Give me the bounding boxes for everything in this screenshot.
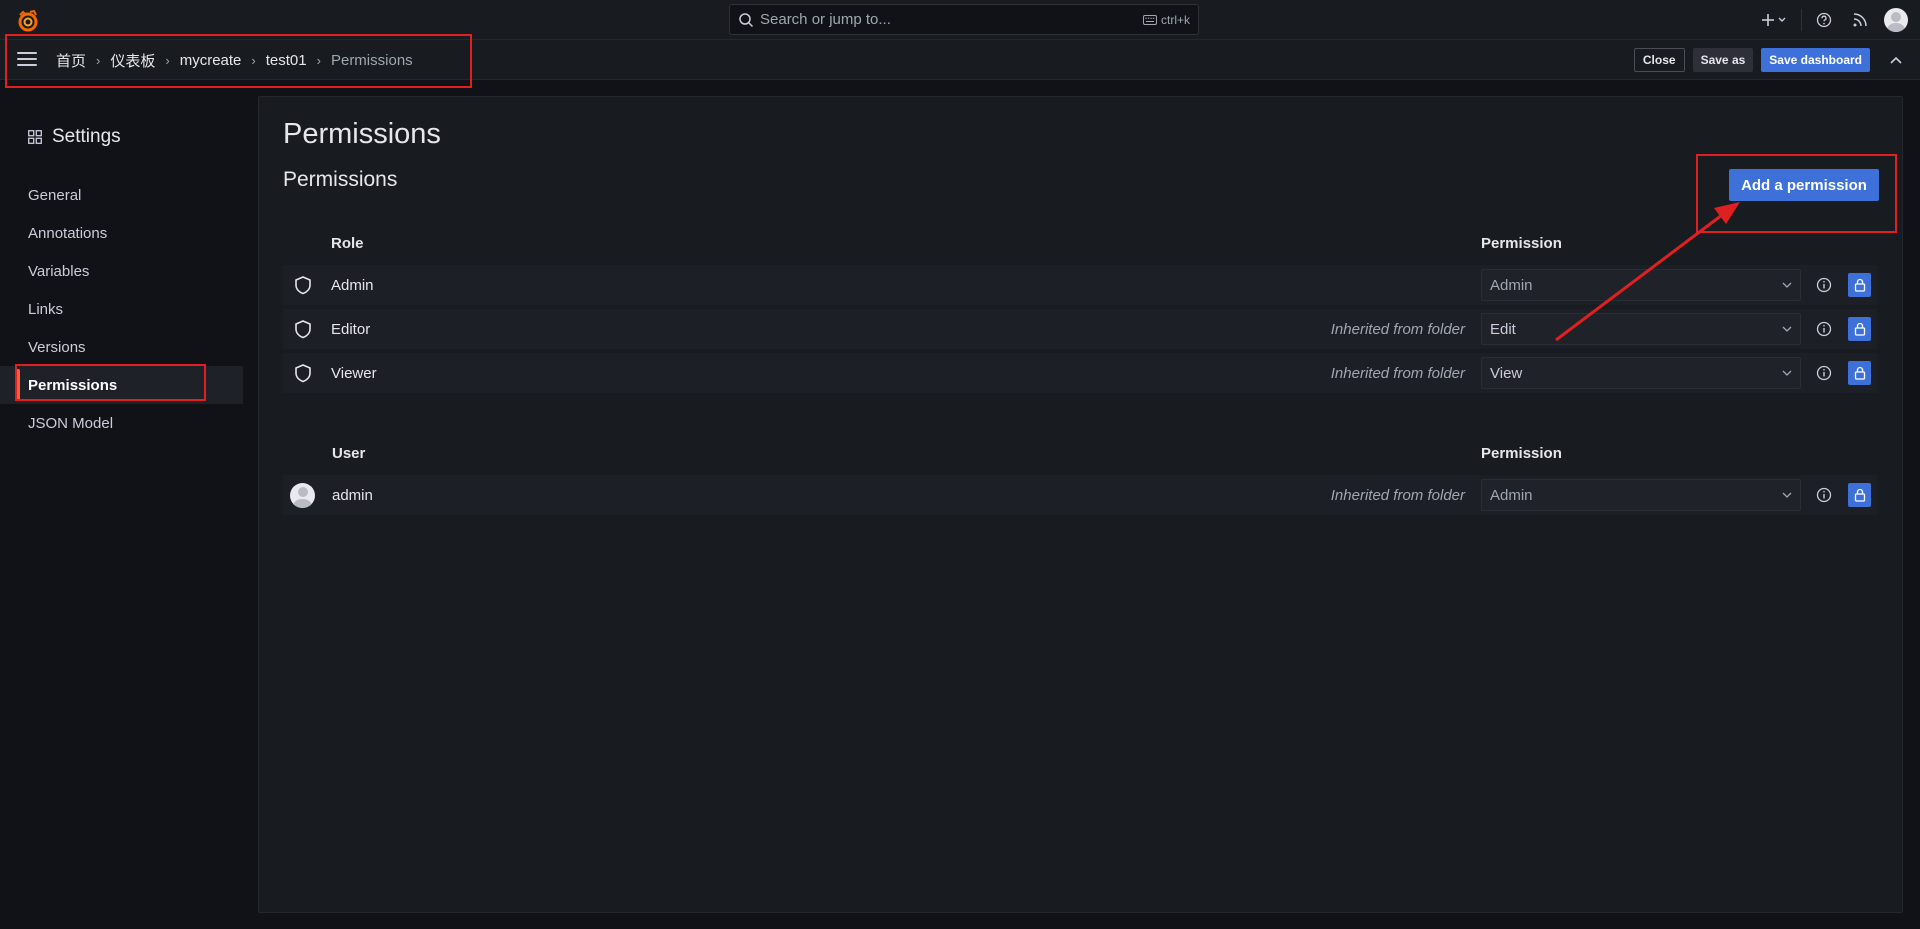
settings-nav: General Annotations Variables Links Vers… (0, 176, 243, 442)
save-as-button[interactable]: Save as (1692, 48, 1754, 72)
settings-title: Settings (52, 126, 121, 147)
section-title: Permissions (283, 168, 398, 191)
search-placeholder: Search or jump to... (760, 11, 891, 28)
lock-button[interactable] (1848, 361, 1871, 385)
permission-select[interactable]: Edit (1481, 313, 1801, 345)
breadcrumb-folder[interactable]: mycreate (180, 52, 242, 69)
chevron-right-icon: › (316, 52, 321, 68)
chevron-right-icon: › (165, 52, 170, 68)
collapse-toolbar-button[interactable] (1884, 48, 1908, 72)
column-header-permission: Permission (1481, 235, 1562, 252)
inherited-label: Inherited from folder (1330, 320, 1465, 338)
nav-item-links[interactable]: Links (0, 290, 243, 328)
dashboard-toolbar: 首页 › 仪表板 › mycreate › test01 › Permissio… (0, 40, 1920, 80)
breadcrumb: 首页 › 仪表板 › mycreate › test01 › Permissio… (56, 40, 413, 80)
nav-item-annotations[interactable]: Annotations (0, 214, 243, 252)
table-row: admin Inherited from folder Admin (283, 475, 1877, 515)
nav-item-json-model[interactable]: JSON Model (0, 404, 243, 442)
info-icon[interactable] (1815, 320, 1833, 338)
column-header-user: User (332, 445, 366, 462)
divider (1801, 9, 1802, 31)
nav-item-variables[interactable]: Variables (0, 252, 243, 290)
permission-value: View (1490, 364, 1523, 382)
inherited-label: Inherited from folder (1330, 364, 1465, 382)
nav-item-general[interactable]: General (0, 176, 243, 214)
lock-icon (1854, 278, 1865, 292)
search-shortcut: ctrl+k (1142, 12, 1190, 27)
lock-button[interactable] (1848, 483, 1871, 507)
breadcrumb-home[interactable]: 首页 (56, 50, 86, 71)
chevron-down-icon (1782, 492, 1792, 498)
info-icon[interactable] (1815, 486, 1833, 504)
user-avatar[interactable] (1884, 8, 1908, 32)
grafana-logo-icon[interactable] (16, 9, 40, 33)
role-name: Admin (331, 276, 374, 294)
permission-select[interactable]: View (1481, 357, 1801, 389)
settings-heading: Settings (28, 126, 121, 148)
rss-icon (1853, 13, 1867, 27)
chevron-right-icon: › (251, 52, 256, 68)
permission-select[interactable]: Admin (1481, 269, 1801, 301)
search-input[interactable]: Search or jump to... ctrl+k (729, 4, 1199, 35)
permission-value: Admin (1490, 276, 1533, 294)
plus-chevron-icon (1762, 14, 1786, 26)
lock-button[interactable] (1848, 273, 1871, 297)
permission-value: Edit (1490, 320, 1516, 338)
role-name: Editor (331, 320, 371, 338)
lock-button[interactable] (1848, 317, 1871, 341)
nav-item-permissions[interactable]: Permissions (0, 366, 243, 404)
close-button[interactable]: Close (1633, 48, 1685, 72)
save-dashboard-button[interactable]: Save dashboard (1761, 48, 1870, 72)
search-shortcut-label: ctrl+k (1160, 12, 1190, 27)
help-button[interactable] (1806, 0, 1842, 40)
permission-select[interactable]: Admin (1481, 479, 1801, 511)
column-header-permission: Permission (1481, 445, 1562, 462)
column-header-role: Role (331, 235, 364, 252)
chevron-down-icon (1782, 326, 1792, 332)
chevron-down-icon (1782, 370, 1792, 376)
menu-toggle-icon[interactable] (17, 52, 37, 68)
inherited-label: Inherited from folder (1330, 486, 1465, 504)
chevron-up-icon (1890, 56, 1902, 64)
table-row: Editor Inherited from folder Edit (283, 309, 1877, 349)
chevron-right-icon: › (96, 52, 101, 68)
user-name: admin (332, 486, 373, 504)
table-row: Admin Admin (283, 265, 1877, 305)
add-permission-button[interactable]: Add a permission (1729, 169, 1879, 201)
news-button[interactable] (1842, 0, 1878, 40)
keyboard-icon (1142, 14, 1157, 25)
table-row: Viewer Inherited from folder View (283, 353, 1877, 393)
lock-icon (1854, 488, 1865, 502)
role-name: Viewer (331, 364, 377, 382)
nav-item-versions[interactable]: Versions (0, 328, 243, 366)
lock-icon (1854, 322, 1865, 336)
shield-icon (295, 320, 311, 339)
lock-icon (1854, 366, 1865, 380)
shield-icon (295, 364, 311, 383)
info-icon[interactable] (1815, 364, 1833, 382)
breadcrumb-dashboard[interactable]: test01 (266, 52, 307, 69)
top-navbar: Search or jump to... ctrl+k (0, 0, 1920, 40)
shield-icon (295, 276, 311, 295)
permission-value: Admin (1490, 486, 1533, 504)
info-icon[interactable] (1815, 276, 1833, 294)
breadcrumb-current: Permissions (330, 51, 413, 69)
apps-grid-icon (28, 130, 42, 144)
search-icon (739, 12, 754, 27)
breadcrumb-dashboards[interactable]: 仪表板 (110, 50, 155, 71)
page-title: Permissions (283, 118, 441, 150)
avatar (290, 483, 315, 508)
chevron-down-icon (1782, 282, 1792, 288)
new-menu-button[interactable] (1751, 0, 1797, 40)
help-icon (1816, 12, 1832, 28)
